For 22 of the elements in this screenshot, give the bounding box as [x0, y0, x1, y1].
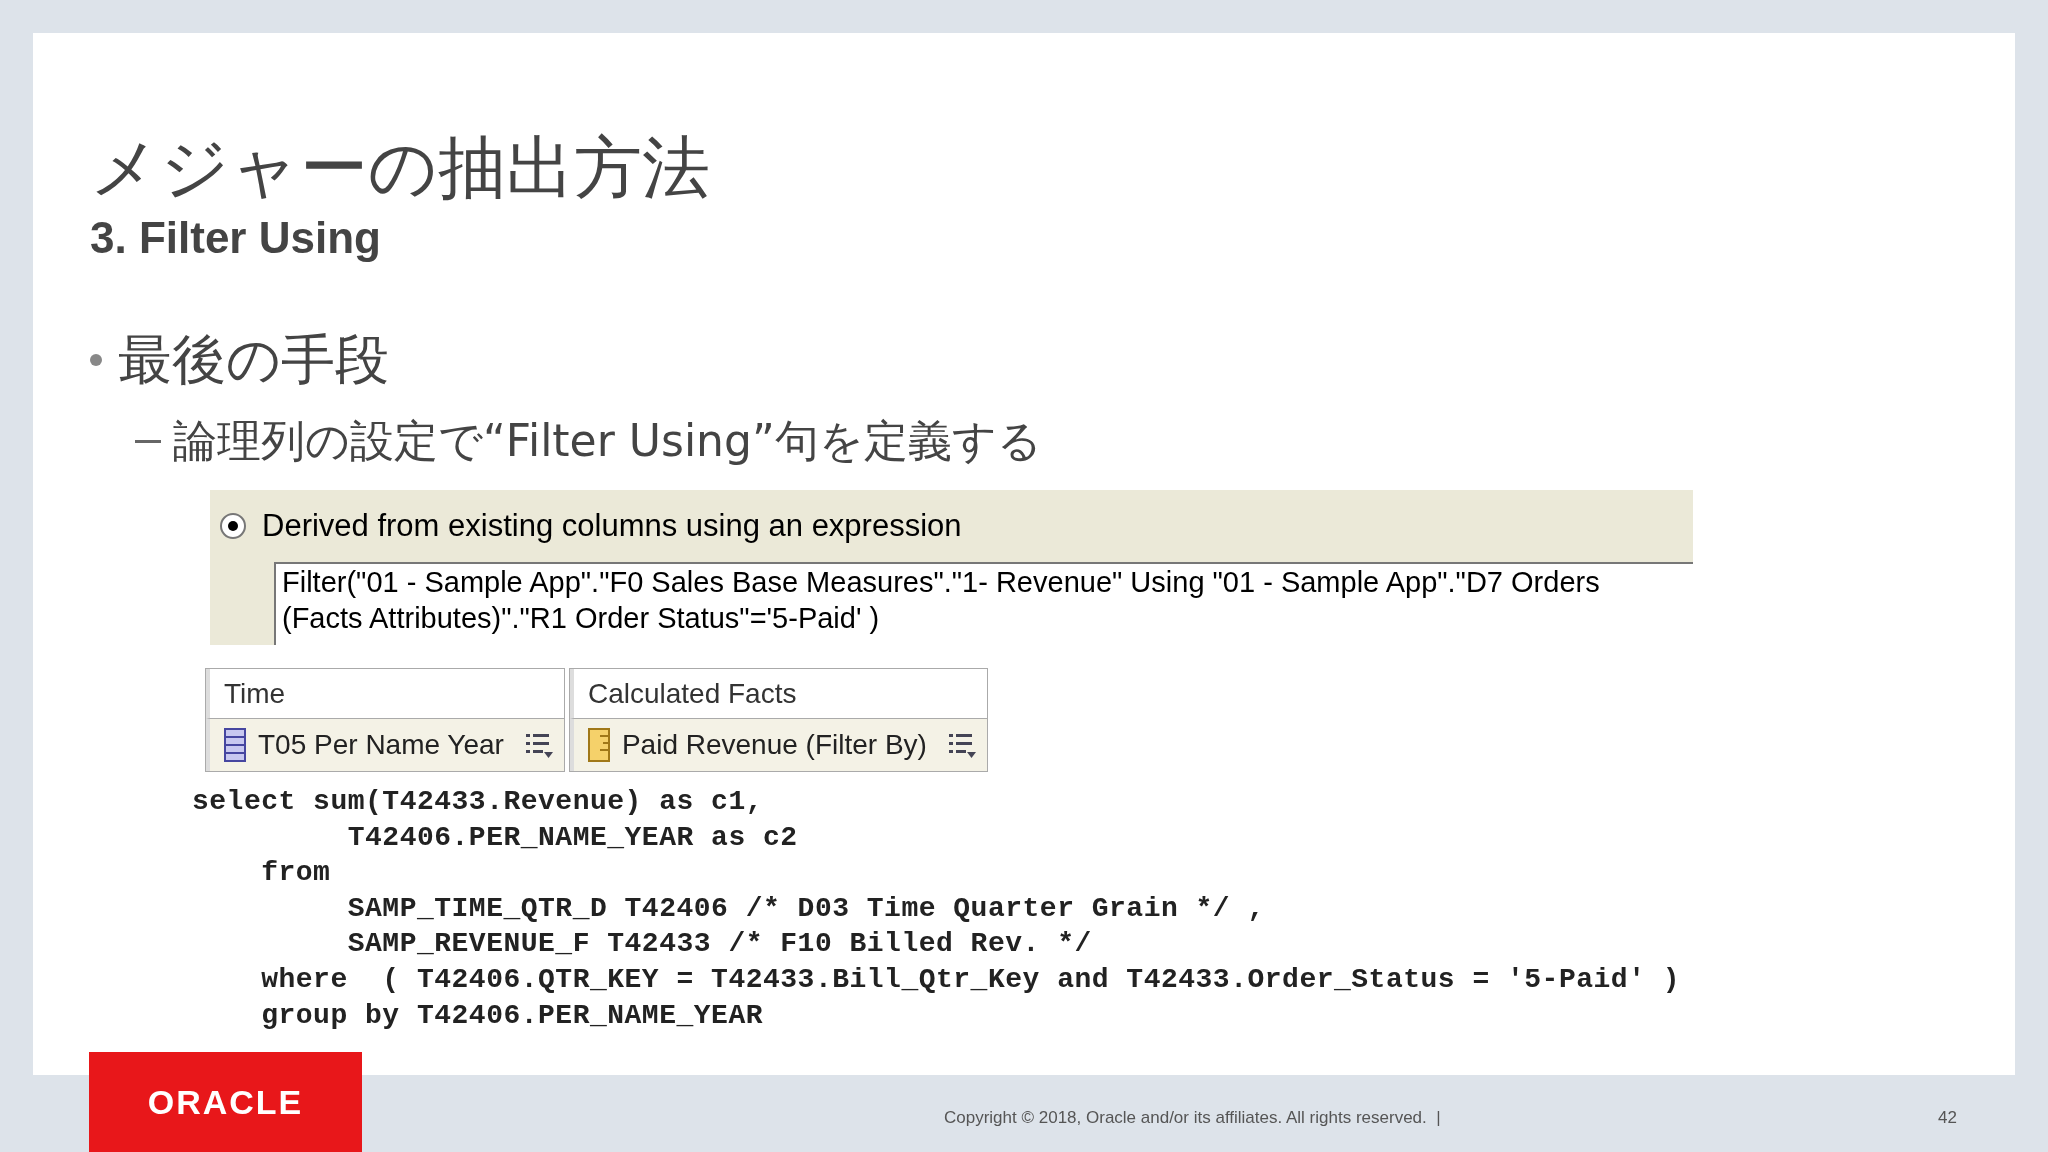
bullet-text: 最後の手段 [118, 327, 389, 393]
dash-icon [135, 439, 161, 443]
logo: ORACLE [147, 1081, 304, 1123]
column-header[interactable]: Time [206, 669, 564, 719]
slide-title: メジャーの抽出方法 [90, 127, 710, 209]
page-number: 42 [1938, 1107, 1957, 1129]
sql-line: where ( T42406.QTR_KEY = T42433.Bill_Qtr_Key and T42433.Order_Status = '5-Paid' ) [260, 962, 1681, 997]
table-icon [224, 728, 246, 762]
ruler-icon [587, 728, 610, 762]
sql-line: SAMP_TIME_QTR_D T42406 /* D03 Time Quarter Grain */ , [346, 891, 1266, 926]
sql-line: group by T42406.PER_NAME_YEAR [260, 998, 764, 1033]
copyright-text: Copyright © 2018, Oracle and/or its affiliates. All rights reserved. | [944, 1107, 1441, 1129]
sql-line: SAMP_REVENUE_F T42433 /* F10 Billed Rev. */ [346, 927, 1093, 962]
sub-bullet-text: 論理列の設定で“Filter Using”句を定義する [173, 414, 1042, 468]
column-header[interactable]: Calculated Facts [569, 669, 987, 719]
sql-line: select sum(T42433.Revenue) as c1, [192, 785, 764, 819]
expression-field[interactable]: Filter("01 - Sample App"."F0 Sales Base Measures"."1- Revenue" Using "01 - Sample App"."D7 Orders (Facts Attributes)"."R1 Order Status"='5-Paid' ) [274, 562, 1693, 645]
sql-line: from [260, 856, 332, 891]
sql-line: T42406.PER_NAME_YEAR as c2 [346, 820, 799, 855]
slide-subtitle: 3. Filter Using [90, 212, 382, 264]
radio-button[interactable] [220, 513, 246, 539]
radio-label: Derived from existing columns using an expression [262, 506, 962, 545]
